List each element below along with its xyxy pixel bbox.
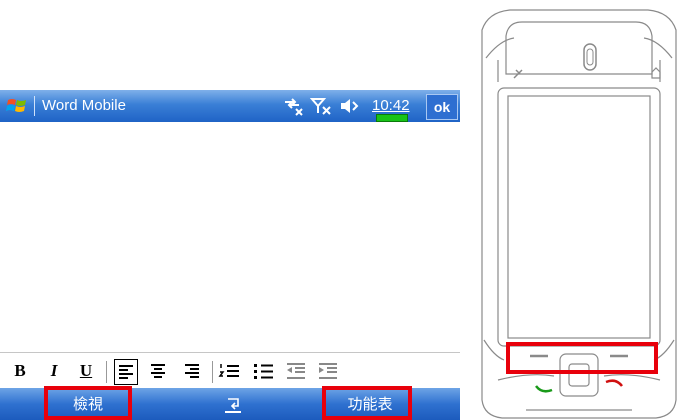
italic-button[interactable]: I [42,359,66,383]
format-toolbar: B I U [0,352,460,389]
menu-softkey-highlight [322,386,412,420]
pocketpc-device-outline [481,9,677,419]
signal-off-icon[interactable] [310,96,332,116]
start-menu-icon[interactable] [6,96,28,116]
bold-button[interactable]: B [8,359,32,383]
title-separator [34,96,35,116]
battery-indicator [376,114,408,122]
view-softkey-highlight [44,386,132,420]
end-call-button-icon [605,379,623,387]
ok-button[interactable]: ok [426,94,458,120]
numbered-list-icon[interactable] [218,359,242,383]
toolbar-separator [106,361,107,383]
app-title: Word Mobile [42,97,126,114]
keyboard-input-icon[interactable] [222,394,244,416]
pocketpc-screen: Word Mobile 10:42 ok B I U 檢視 功能表 [0,90,460,420]
clock-time[interactable]: 10:42 [372,96,410,116]
volume-icon[interactable] [338,96,360,116]
align-center-icon[interactable] [146,359,170,383]
device-softkey-highlight [506,342,658,374]
bulleted-list-icon[interactable] [252,359,276,383]
decrease-indent-icon[interactable] [284,359,308,383]
underline-button[interactable]: U [74,359,98,383]
document-editing-area[interactable] [0,122,460,352]
home-icon [651,67,661,79]
increase-indent-icon[interactable] [316,359,340,383]
call-button-icon [535,385,553,393]
title-bar: Word Mobile 10:42 ok [0,90,460,122]
toolbar-separator [212,361,213,383]
align-left-icon[interactable] [114,359,138,385]
connectivity-icon[interactable] [282,96,304,116]
align-right-icon[interactable] [180,359,204,383]
